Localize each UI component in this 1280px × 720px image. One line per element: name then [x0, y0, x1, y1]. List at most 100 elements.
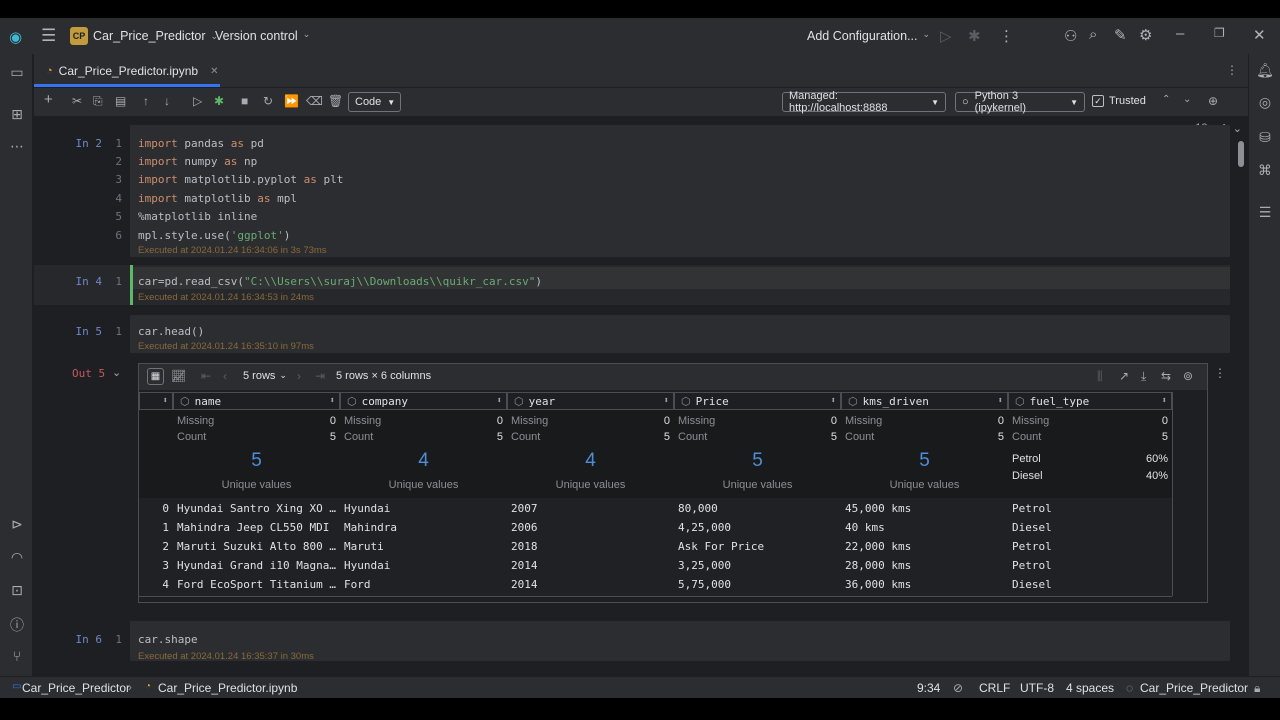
git-icon[interactable]: ⑂	[7, 648, 27, 664]
vertical-scrollbar-thumb[interactable]	[1238, 141, 1244, 167]
search-icon[interactable]: ⌕	[1089, 26, 1097, 43]
project-selector[interactable]: CP Car_Price_Predictor ⌄	[70, 27, 218, 45]
columns-icon[interactable]: ⫼	[1097, 369, 1103, 384]
clear-outputs-icon[interactable]: ⌫	[306, 94, 323, 108]
prev-page-icon[interactable]: ‹	[223, 369, 227, 383]
line-separator[interactable]: CRLF	[979, 681, 1010, 695]
table-cell[interactable]: Hyundai	[344, 502, 504, 515]
table-cell[interactable]: 2014	[511, 578, 671, 591]
run-config-selector[interactable]: Add Configuration... ⌄	[807, 29, 930, 43]
collapse-output-icon[interactable]: ⌄	[112, 366, 121, 379]
restore-icon[interactable]: ❐	[1214, 26, 1225, 40]
run-icon[interactable]: ▷	[940, 27, 952, 45]
column-header[interactable]: ⬡ name ⬍	[173, 392, 340, 410]
column-header[interactable]: ⬡ year ⬍	[507, 392, 674, 410]
cell-type-select[interactable]: Code ▼	[348, 92, 401, 112]
services-icon[interactable]: ⊳	[7, 516, 27, 533]
jupyter-variables-icon[interactable]: ☰	[1255, 204, 1275, 221]
compare-icon[interactable]: ⇆	[1161, 369, 1171, 383]
table-cell[interactable]: 2018	[511, 540, 671, 553]
table-cell[interactable]: 2007	[511, 502, 671, 515]
add-user-icon[interactable]: ⚇	[1064, 27, 1077, 45]
open-external-icon[interactable]: ↗	[1119, 369, 1129, 383]
main-menu-icon[interactable]: ☰	[41, 26, 56, 46]
table-cell[interactable]: Hyundai Santro Xing XO …	[177, 502, 337, 515]
collapse-down-icon[interactable]: ⌄	[1183, 94, 1191, 105]
more-vertical-icon[interactable]: ⋮	[999, 27, 1014, 45]
paste-icon[interactable]: ▤	[115, 94, 126, 108]
vcs-selector[interactable]: Version control ⌄	[215, 29, 310, 43]
table-cell[interactable]: Petrol	[1012, 540, 1168, 553]
column-header[interactable]: ⬡ Price ⬍	[674, 392, 841, 410]
file-encoding[interactable]: UTF-8	[1020, 681, 1054, 695]
table-cell[interactable]: Mahindra	[344, 521, 504, 534]
problems-icon[interactable]: ⓘ	[7, 615, 27, 635]
table-cell[interactable]: Diesel	[1012, 578, 1168, 591]
debug-cell-icon[interactable]: ✱	[214, 94, 224, 108]
python-packages-icon[interactable]: ◠	[7, 549, 27, 566]
table-cell[interactable]: 40 kms	[845, 521, 1005, 534]
ai-assistant-icon[interactable]: ◎	[1255, 94, 1275, 111]
move-up-icon[interactable]: ↑	[143, 94, 149, 108]
next-page-icon[interactable]: ›	[297, 369, 301, 383]
terminal-icon[interactable]: ⊡	[7, 582, 27, 599]
table-cell[interactable]: 45,000 kms	[845, 502, 1005, 515]
project-folder-icon[interactable]: ▭	[7, 64, 27, 81]
lock-icon[interactable]: 🔒︎	[1254, 681, 1260, 696]
run-all-icon[interactable]: ⏩	[284, 94, 299, 108]
table-cell[interactable]: 4,25,000	[678, 521, 838, 534]
column-header[interactable]: ⬡ fuel_type ⬍	[1008, 392, 1172, 410]
column-header[interactable]: ⬡ kms_driven ⬍	[841, 392, 1008, 410]
breadcrumb-file[interactable]: Car_Price_Predictor.ipynb	[158, 681, 297, 695]
table-cell[interactable]: Ask For Price	[678, 540, 838, 553]
code-cell-selected[interactable]: In 4 1 car=pd.read_csv("C:\\Users\\suraj…	[34, 265, 1234, 305]
table-cell[interactable]: 22,000 kms	[845, 540, 1005, 553]
minimize-icon[interactable]: –	[1176, 25, 1184, 42]
database-icon[interactable]: ⛁	[1255, 129, 1275, 146]
download-icon[interactable]: ⤓	[1141, 369, 1146, 384]
table-cell[interactable]: Ford EcoSport Titanium …	[177, 578, 337, 591]
settings-icon[interactable]: ⊚	[1183, 369, 1193, 383]
table-cell[interactable]: Petrol	[1012, 559, 1168, 572]
cursor-position[interactable]: 9:34	[917, 681, 940, 695]
more-tools-icon[interactable]: ⋯	[7, 138, 27, 155]
table-cell[interactable]: 28,000 kms	[845, 559, 1005, 572]
last-page-icon[interactable]: ⇥	[315, 369, 325, 383]
table-cell[interactable]: 2006	[511, 521, 671, 534]
table-cell[interactable]: Ford	[344, 578, 504, 591]
table-cell[interactable]: 36,000 kms	[845, 578, 1005, 591]
first-page-icon[interactable]: ⇤	[201, 369, 211, 383]
trusted-checkbox[interactable]: ✓ Trusted	[1092, 95, 1146, 107]
chart-view-icon[interactable]: 📈︎	[171, 369, 186, 383]
python-console-icon[interactable]: ⌘	[1255, 162, 1275, 179]
collapse-up-icon[interactable]: ⌃	[1162, 94, 1170, 105]
add-cell-icon[interactable]: +	[44, 91, 53, 108]
table-cell[interactable]: Mahindra Jeep CL550 MDI	[177, 521, 337, 534]
python-interpreter[interactable]: Car_Price_Predictor	[1140, 681, 1248, 695]
globe-icon[interactable]: ⊕	[1208, 94, 1218, 108]
table-cell[interactable]: Maruti	[344, 540, 504, 553]
edit-notes-icon[interactable]: ✎	[1114, 26, 1127, 44]
table-cell[interactable]: 3,25,000	[678, 559, 838, 572]
run-cell-icon[interactable]: ▷	[193, 94, 202, 108]
notifications-bell-icon[interactable]: 🔔︎	[1255, 62, 1275, 79]
kernel-select[interactable]: ○ Python 3 (ipykernel) ▼	[955, 90, 1085, 114]
code-cell[interactable]: In 6 1 car.shape Executed at 2024.01.24 …	[34, 621, 1234, 662]
table-cell[interactable]: Diesel	[1012, 521, 1168, 534]
table-cell[interactable]: Hyundai Grand i10 Magna…	[177, 559, 337, 572]
index-header[interactable]: ⬍	[139, 392, 173, 410]
table-cell[interactable]: Maruti Suzuki Alto 800 …	[177, 540, 337, 553]
table-cell[interactable]: 5,75,000	[678, 578, 838, 591]
cut-icon[interactable]: ✂	[72, 94, 82, 108]
server-select[interactable]: Managed: http://localhost:8888 ▼	[782, 90, 946, 114]
delete-cell-icon[interactable]: 🗑︎	[328, 94, 343, 108]
settings-gear-icon[interactable]: ⚙	[1139, 26, 1152, 44]
table-cell[interactable]: Petrol	[1012, 502, 1168, 515]
table-cell[interactable]: 2014	[511, 559, 671, 572]
tab-more-icon[interactable]: ⋮	[1226, 63, 1238, 77]
structure-icon[interactable]: ⊞	[7, 106, 27, 123]
table-cell[interactable]: 80,000	[678, 502, 838, 515]
tab-close-icon[interactable]: ✕	[210, 66, 218, 77]
table-view-icon[interactable]: ▦	[147, 368, 164, 385]
breadcrumb-project[interactable]: Car_Price_Predictor	[22, 681, 130, 695]
